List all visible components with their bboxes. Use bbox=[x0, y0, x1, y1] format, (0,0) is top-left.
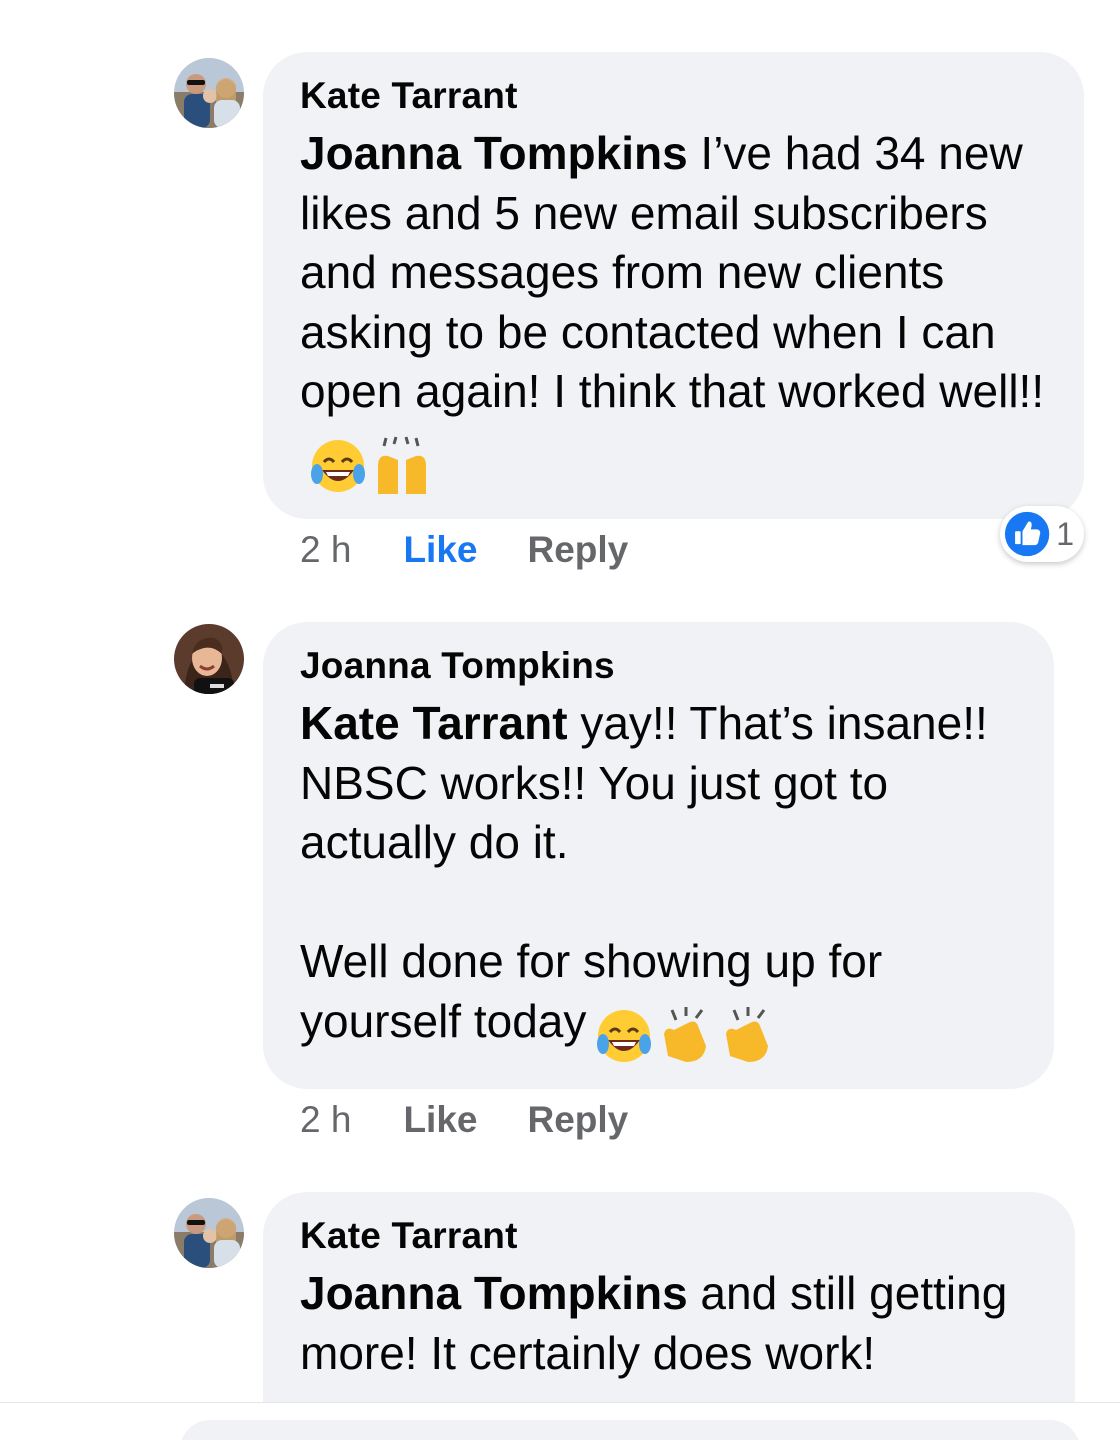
mention[interactable]: Kate Tarrant bbox=[300, 697, 568, 749]
avatar[interactable] bbox=[174, 58, 244, 128]
face-with-tears-of-joy-icon bbox=[311, 440, 365, 493]
avatar-photo-joanna bbox=[174, 624, 244, 694]
emoji-group bbox=[308, 434, 436, 497]
comment-body: Kate Tarrant yay!! That’s insane!! NBSC … bbox=[300, 694, 1018, 1066]
comment-actions: 2 h Like Reply bbox=[300, 528, 628, 572]
clapping-hands-icon bbox=[664, 1007, 707, 1063]
comment-actions: 2 h Like Reply bbox=[300, 1098, 628, 1142]
reaction-summary[interactable]: 1 bbox=[1000, 506, 1084, 562]
comment-author[interactable]: Joanna Tompkins bbox=[300, 644, 1018, 688]
reply-button[interactable]: Reply bbox=[527, 528, 628, 572]
raising-hands-icon bbox=[378, 436, 426, 495]
comment-thread: Kate Tarrant Joanna Tompkins I’ve had 34… bbox=[0, 0, 1120, 1440]
avatar[interactable] bbox=[174, 1198, 244, 1268]
comment-text: yay!! That’s insane!! NBSC works!! You j… bbox=[300, 697, 988, 1047]
like-reaction-icon bbox=[1004, 511, 1050, 557]
avatar[interactable] bbox=[174, 624, 244, 694]
avatar-photo-kate bbox=[174, 58, 244, 128]
face-with-tears-of-joy-icon bbox=[597, 1010, 652, 1063]
reaction-count: 1 bbox=[1056, 515, 1074, 552]
comment-time[interactable]: 2 h bbox=[300, 528, 351, 572]
emoji-group bbox=[594, 1004, 780, 1067]
comment-body: Joanna Tompkins I’ve had 34 new likes an… bbox=[300, 124, 1048, 496]
like-button[interactable]: Like bbox=[403, 1098, 477, 1142]
comment-input[interactable] bbox=[180, 1420, 1080, 1440]
comment-body: Joanna Tompkins and still getting more! … bbox=[300, 1264, 1039, 1383]
avatar-photo-kate bbox=[174, 1198, 244, 1268]
mention[interactable]: Joanna Tompkins bbox=[300, 1267, 688, 1319]
comment-author[interactable]: Kate Tarrant bbox=[300, 1214, 1039, 1258]
like-button[interactable]: Like bbox=[403, 528, 477, 572]
comment-bubble: Kate Tarrant Joanna Tompkins I’ve had 34… bbox=[263, 52, 1084, 519]
comment-author[interactable]: Kate Tarrant bbox=[300, 74, 1048, 118]
mention[interactable]: Joanna Tompkins bbox=[300, 127, 688, 179]
comment-bubble: Joanna Tompkins Kate Tarrant yay!! That’… bbox=[263, 622, 1054, 1089]
clapping-hands-icon bbox=[726, 1007, 769, 1063]
comment-time[interactable]: 2 h bbox=[300, 1098, 351, 1142]
reply-button[interactable]: Reply bbox=[527, 1098, 628, 1142]
